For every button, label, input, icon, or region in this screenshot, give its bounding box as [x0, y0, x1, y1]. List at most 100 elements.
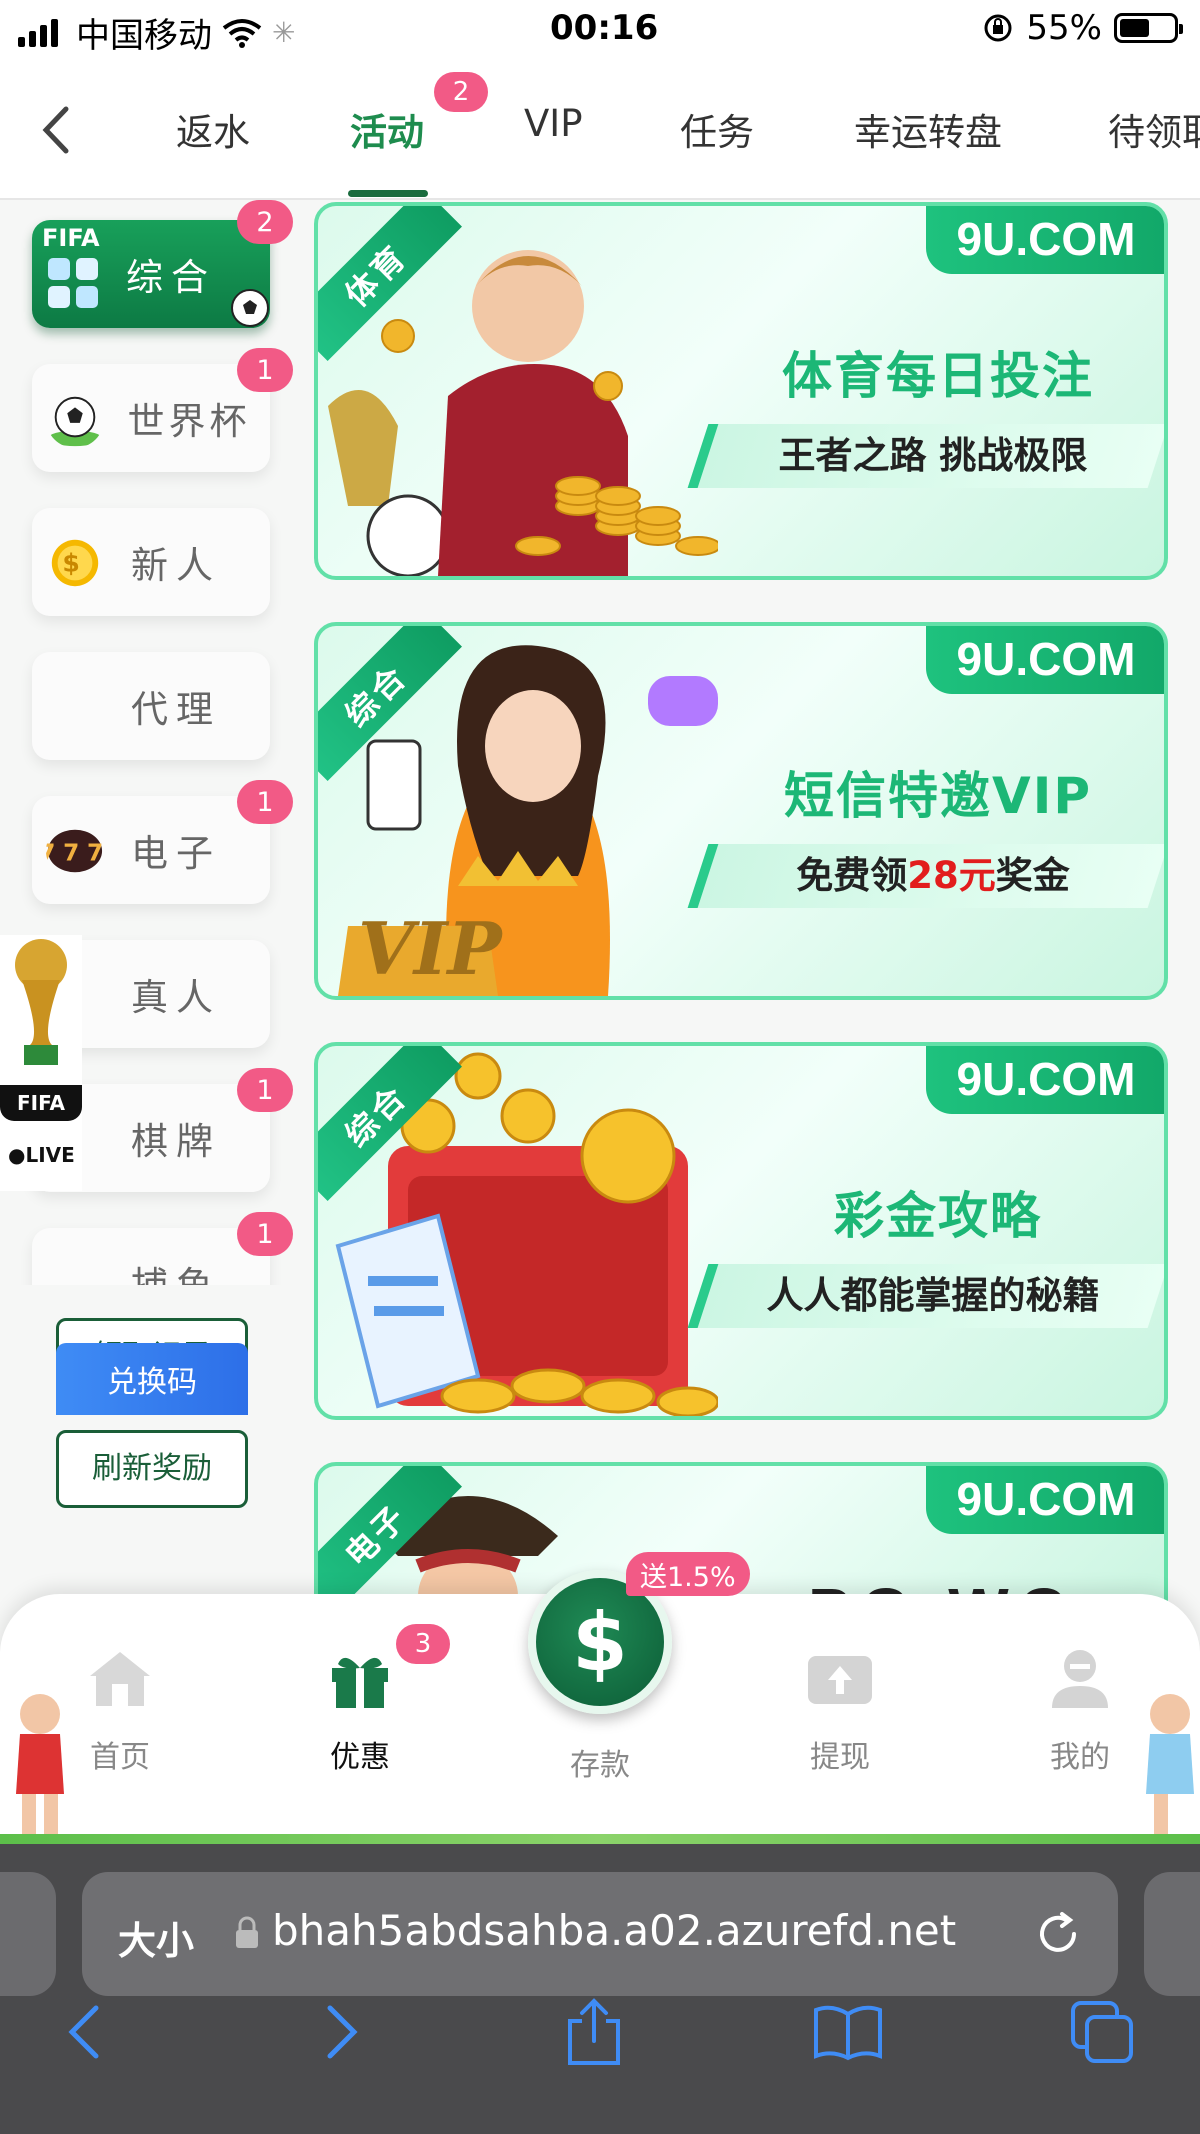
vip-art-label: VIP: [358, 906, 502, 991]
nav-profile[interactable]: 我的: [1020, 1646, 1140, 1776]
tab-activities[interactable]: 活动: [350, 102, 424, 156]
sidebar-badge: 1: [237, 1212, 293, 1256]
upload-icon: [808, 1656, 872, 1704]
chevron-right-icon: [327, 2005, 358, 2059]
nav-deposit-label: 存款: [570, 1748, 630, 1783]
clock-time: 00:16: [550, 8, 659, 48]
sidebar-item-label: 新人: [131, 544, 221, 587]
share-button[interactable]: [554, 1992, 634, 2072]
category-sidebar: FIFA 综合 2 世界杯 1 $ 新人 代理 777 电子 1 真人 棋牌 1…: [0, 200, 300, 1285]
home-icon: [90, 1652, 150, 1706]
address-bar[interactable]: 大小 bhah5abdsahba.a02.azurefd.net: [82, 1872, 1118, 1996]
browser-toolbar: 大小 bhah5abdsahba.a02.azurefd.net: [0, 1844, 1200, 2134]
reload-icon[interactable]: [1032, 1908, 1084, 1960]
tab-activities-badge: 2: [434, 72, 488, 112]
sidebar-badge: 1: [237, 1068, 293, 1112]
sidebar-item-label: 真人: [131, 976, 221, 1019]
banner-title: 体育每日投注: [782, 347, 1094, 405]
sidebar-item-world-cup[interactable]: 世界杯: [32, 364, 270, 472]
share-icon: [568, 1998, 620, 2065]
loading-spinner-icon: ✳: [272, 16, 296, 49]
tab-vip[interactable]: VIP: [524, 102, 583, 145]
carrier-label: 中国移动: [76, 16, 212, 56]
tab-lucky-wheel[interactable]: 幸运转盘: [854, 102, 1002, 156]
browser-back-button[interactable]: [44, 1992, 124, 2072]
bookmarks-button[interactable]: [808, 1992, 888, 2072]
top-tab-bar: 返水 活动 2 VIP 任务 幸运转盘 待领取: [0, 62, 1200, 200]
sidebar-item-label: 电子: [131, 832, 221, 875]
banner-title: 短信特邀VIP: [784, 767, 1092, 825]
banner-subtitle: 王者之路 挑战极限: [687, 424, 1164, 488]
tab-pending[interactable]: 待领取: [1108, 102, 1200, 156]
sidebar-item-label: 棋牌: [131, 1120, 221, 1163]
chevron-left-icon: [42, 106, 69, 154]
svg-text:$: $: [62, 549, 87, 578]
promo-banner-bonus-guide[interactable]: 综合 9U.COM 彩金攻略 人人都能掌握的秘籍: [314, 1042, 1168, 1420]
soccer-ball-icon: [231, 289, 269, 327]
nav-profile-label: 我的: [1050, 1740, 1110, 1775]
rotation-lock-icon: [984, 14, 1012, 42]
sidebar-item-general[interactable]: FIFA 综合: [32, 220, 270, 328]
active-tab-indicator: [348, 190, 428, 197]
grass-decoration: [0, 1834, 1200, 1844]
promo-banner-sports-daily[interactable]: 体育 9U.COM 体育每日投注 王者之路 挑战极限: [314, 202, 1168, 580]
nav-promotions[interactable]: 优惠: [300, 1646, 420, 1776]
sidebar-item-slots[interactable]: 777 电子: [32, 796, 270, 904]
next-tab-peek[interactable]: [1144, 1872, 1200, 1996]
banner-subtitle: 人人都能掌握的秘籍: [687, 1264, 1164, 1328]
world-cup-trophy-icon: [15, 939, 67, 1065]
banner-title: 彩金攻略: [834, 1187, 1042, 1245]
sidebar-item-label: 综合: [126, 256, 216, 299]
sidebar-item-label: 代理: [131, 688, 221, 731]
sidebar-item-fishing[interactable]: 捕鱼: [32, 1228, 270, 1285]
nav-withdraw-label: 提现: [810, 1740, 870, 1775]
fifa-logo-icon: FIFA: [42, 224, 100, 252]
sidebar-item-agent[interactable]: 代理: [32, 652, 270, 760]
dollar-plus-icon: $: [572, 1595, 628, 1689]
promo-banner-sms-vip[interactable]: VIP 综合 9U.COM 短信特邀VIP 免费领28元奖金: [314, 622, 1168, 1000]
wifi-icon: [222, 18, 262, 48]
lock-icon: [236, 1916, 258, 1948]
sidebar-item-label: 世界杯: [127, 400, 251, 443]
banner-site-logo: 9U.COM: [926, 1466, 1164, 1534]
live-label: ●LIVE: [8, 1143, 75, 1167]
grid-icon: [48, 258, 98, 308]
back-button[interactable]: [30, 100, 80, 160]
signal-icon: [18, 18, 58, 47]
sidebar-badge: 2: [237, 200, 293, 244]
browser-forward-button[interactable]: [302, 1992, 382, 2072]
refresh-rewards-button[interactable]: 刷新奖励: [56, 1430, 248, 1508]
nav-home[interactable]: 首页: [60, 1646, 180, 1776]
deposit-bonus-tag: 送1.5%: [626, 1552, 750, 1596]
banner-site-logo: 9U.COM: [926, 626, 1164, 694]
sidebar-item-label: 捕鱼: [131, 1255, 221, 1285]
nav-home-label: 首页: [90, 1740, 150, 1775]
slot-777-icon: 777: [46, 829, 104, 873]
banner-site-logo: 9U.COM: [926, 1046, 1164, 1114]
battery-percent: 55%: [1026, 8, 1102, 48]
page-settings-button[interactable]: 大小: [118, 1910, 194, 1965]
tabs-icon: [1071, 2001, 1133, 2063]
soccer-player-right-illustration: [1146, 1694, 1194, 1834]
banner-site-logo: 9U.COM: [926, 206, 1164, 274]
battery-icon: [1114, 13, 1183, 43]
banner-subtitle: 免费领28元奖金: [687, 844, 1164, 908]
tab-tasks[interactable]: 任务: [680, 102, 754, 156]
tabs-button[interactable]: [1062, 1992, 1142, 2072]
gift-icon: [332, 1657, 388, 1708]
sidebar-item-newcomer[interactable]: $ 新人: [32, 508, 270, 616]
user-icon: [1052, 1650, 1108, 1708]
fifa-label: FIFA: [0, 1085, 82, 1121]
coin-icon: $: [51, 539, 99, 587]
status-bar: 中国移动 ✳ 00:16 55%: [0, 0, 1200, 62]
nav-withdraw[interactable]: 提现: [780, 1646, 900, 1776]
fifa-live-widget[interactable]: FIFA ●LIVE: [0, 935, 82, 1191]
svg-text:777: 777: [46, 840, 104, 867]
sidebar-badge: 1: [237, 348, 293, 392]
soccer-ball-icon: [47, 396, 103, 447]
redeem-code-button[interactable]: 兑换码: [56, 1343, 248, 1415]
tab-rebate[interactable]: 返水: [176, 102, 250, 156]
sidebar-badge: 1: [237, 780, 293, 824]
prev-tab-peek[interactable]: [0, 1872, 56, 1996]
nav-promotions-badge: 3: [396, 1624, 450, 1664]
